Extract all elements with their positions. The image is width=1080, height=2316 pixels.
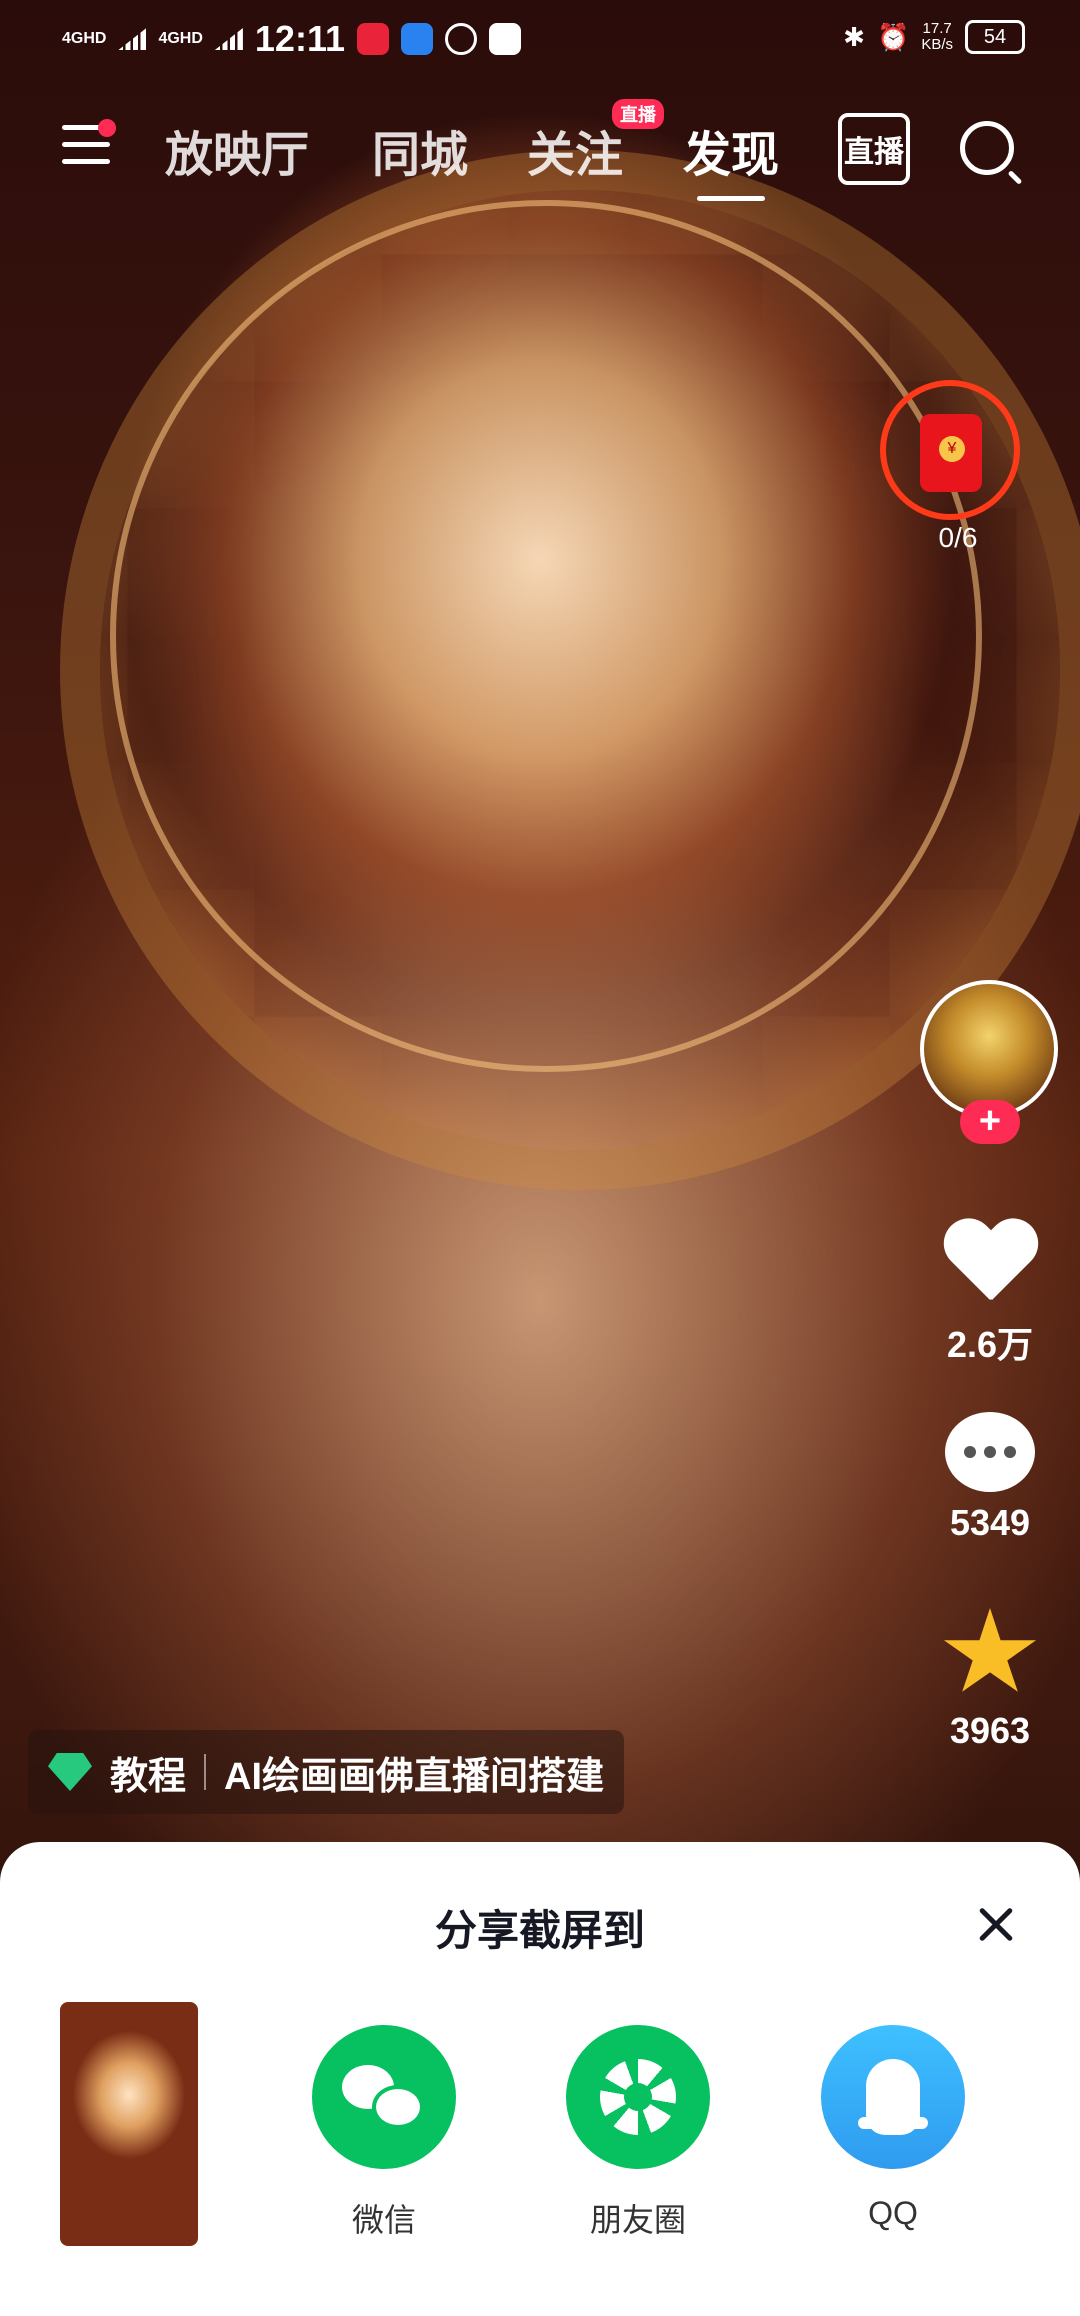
like-count: 2.6万	[946, 1324, 1034, 1365]
live-icon[interactable]: 直播	[838, 113, 910, 185]
divider	[204, 1754, 207, 1790]
tutorial-label: 教程	[110, 1755, 187, 1798]
tutorial-text: AI绘画画佛直播间搭建	[224, 1755, 605, 1798]
share-qq-button[interactable]: QQ	[793, 2025, 993, 2232]
network-indicator-2: 4GHD	[158, 30, 203, 47]
network-indicator-1: 4GHD	[62, 30, 107, 47]
follow-button[interactable]: +	[960, 1100, 1020, 1144]
red-packet-button[interactable]: ¥	[880, 380, 1020, 520]
status-bar: 4GHD 4GHD 12:11 ✱ ⏰ 17.7 KB/s 54	[0, 0, 1080, 80]
bluetooth-icon: ✱	[843, 21, 865, 52]
like-button[interactable]: 2.6万	[920, 1220, 1060, 1368]
tutorial-tag[interactable]: 教程 AI绘画画佛直播间搭建	[28, 1730, 625, 1814]
red-packet-count: 0/6	[938, 522, 978, 553]
app-notification-icon	[401, 23, 433, 55]
share-wechat-label: 微信	[351, 2202, 416, 2238]
moments-icon	[566, 2025, 710, 2169]
author-avatar[interactable]	[920, 980, 1058, 1118]
signal-icon	[214, 28, 243, 50]
comment-count: 5349	[949, 1502, 1031, 1543]
clock: 12:11	[254, 18, 345, 59]
star-icon	[943, 1608, 1037, 1692]
favorite-button[interactable]: 3963	[920, 1608, 1060, 1752]
wechat-icon	[312, 2025, 456, 2169]
play-notification-icon	[445, 23, 477, 55]
tab-discover[interactable]: 发现	[683, 115, 779, 201]
signal-icon	[118, 28, 147, 50]
gem-icon	[48, 1753, 92, 1791]
share-moments-label: 朋友圈	[589, 2202, 686, 2238]
heart-icon	[942, 1220, 1038, 1310]
live-badge: 直播	[612, 99, 664, 129]
video-halo-ring	[110, 200, 982, 1072]
tab-following[interactable]: 关注	[527, 115, 623, 185]
tab-nearby[interactable]: 同城	[372, 115, 468, 185]
alarm-icon: ⏰	[876, 21, 910, 52]
battery-indicator: 54	[965, 20, 1025, 54]
app-notification-icon	[357, 23, 389, 55]
network-speed: 17.7 KB/s	[921, 21, 953, 53]
notification-dot	[98, 119, 116, 137]
share-moments-button[interactable]: 朋友圈	[538, 2025, 738, 2241]
share-wechat-button[interactable]: 微信	[284, 2025, 484, 2241]
search-icon[interactable]	[960, 121, 1014, 175]
speed-value: 17.7	[922, 20, 952, 37]
comment-icon	[945, 1412, 1035, 1492]
close-icon[interactable]	[976, 1904, 1016, 1944]
share-sheet-title: 分享截屏到	[434, 1907, 645, 1954]
qq-icon	[821, 2025, 965, 2169]
top-navigation: 放映厅 同城 关注 直播 发现 直播	[0, 99, 1080, 205]
speed-unit: KB/s	[921, 36, 953, 53]
share-qq-label: QQ	[868, 2195, 918, 2231]
coin-icon: ¥	[939, 436, 965, 462]
share-sheet: 分享截屏到 微信 朋友圈 QQ	[0, 1842, 1080, 2316]
favorite-count: 3963	[949, 1710, 1031, 1751]
app-notification-icon	[489, 23, 521, 55]
screenshot-thumbnail[interactable]	[60, 2002, 198, 2246]
comment-button[interactable]: 5349	[920, 1412, 1060, 1544]
tab-cinema[interactable]: 放映厅	[165, 115, 309, 185]
